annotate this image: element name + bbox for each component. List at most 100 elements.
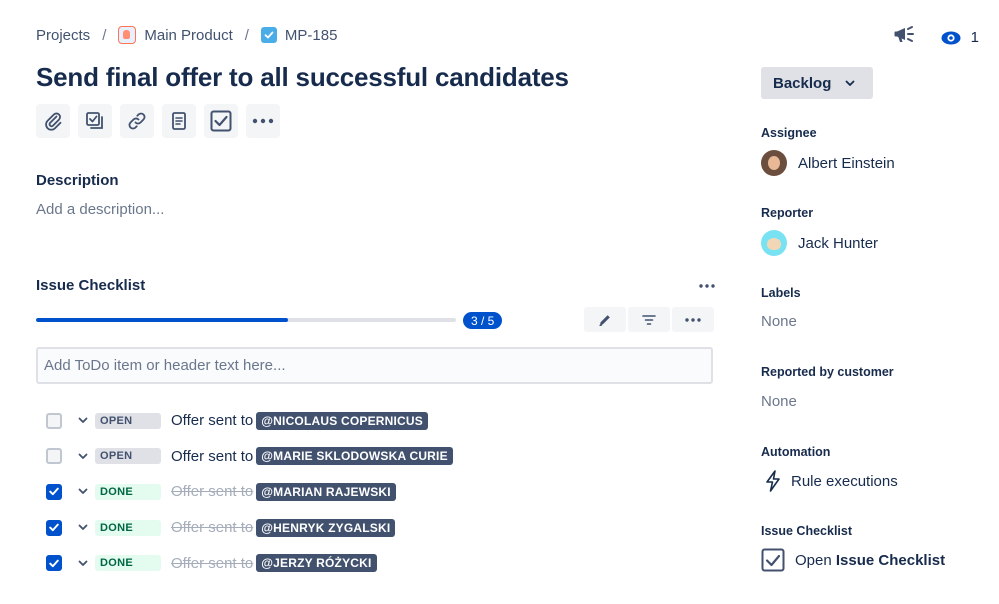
checklist-actions [584,307,714,332]
reported-by-customer-label: Reported by customer [761,365,894,379]
checklist-item-checkbox[interactable] [46,483,62,500]
watchers-count: 1 [970,29,979,46]
labels-label: Labels [761,286,801,300]
open-label: Open [795,551,832,569]
checklist-heading: Issue Checklist [36,277,146,294]
link-issue-button[interactable] [120,104,154,138]
description-heading: Description [36,172,119,189]
breadcrumb-separator: / [244,26,249,44]
paperclip-icon [45,112,62,131]
checklist-add-item-input[interactable] [36,347,713,384]
checklist-item-status[interactable]: DONE [95,519,161,536]
assignee-label: Assignee [761,126,817,140]
reporter-field[interactable]: Jack Hunter [761,230,878,256]
filter-icon [642,314,656,325]
checklist-item-checkbox[interactable] [46,555,62,572]
status-dropdown-button[interactable]: Backlog [761,67,873,99]
checklist-menu-button[interactable] [696,278,718,294]
checklist-item-mention[interactable]: @HENRYK ZYGALSKI [256,518,396,537]
checklist-item-mention[interactable]: @NICOLAUS COPERNICUS [256,411,428,430]
checklist-item-mention[interactable]: @MARIE SKLODOWSKA CURIE [256,447,453,466]
checklist-item-text[interactable]: Offer sent to [171,519,253,536]
breadcrumb-issue-key-link[interactable]: MP-185 [285,27,338,44]
breadcrumb-projects-link[interactable]: Projects [36,27,90,44]
watchers-button[interactable]: 1 [941,29,979,46]
checklist-item-status[interactable]: OPEN [95,412,161,429]
issue-checklist-link-label: Issue Checklist [835,551,946,569]
status-label: Backlog [773,74,832,92]
breadcrumb: Projects / Main Product / MP-185 [36,24,337,46]
pencil-icon [599,314,610,326]
add-checklist-button[interactable] [204,104,238,138]
checklist-progress-badge: 3 / 5 [463,312,503,329]
checklist-item-status[interactable]: DONE [95,555,161,572]
reported-by-customer-field[interactable]: None [761,393,797,410]
assignee-name: Albert Einstein [798,154,895,172]
checklist-item-checkbox[interactable] [46,519,62,536]
check-icon [49,523,59,532]
more-icon [685,317,701,322]
more-icon [699,284,715,288]
checklist-item-mention[interactable]: @MARIAN RAJEWSKI [256,482,396,501]
checklist-item: DONE Offer sent to @JERZY RÓŻYCKI [46,545,453,581]
megaphone-icon[interactable] [893,24,917,51]
more-icon [252,118,274,124]
project-avatar-icon [118,26,137,44]
issue-checklist-sidebar-label: Issue Checklist [761,524,853,538]
chevron-down-icon [845,80,855,87]
checklist-edit-button[interactable] [584,307,626,332]
reporter-label: Reporter [761,206,814,220]
link-icon [128,112,146,130]
checklist-item: OPEN Offer sent to @MARIE SKLODOWSKA CURIE [46,439,453,475]
add-child-issue-button[interactable] [78,104,112,138]
checklist-item: DONE Offer sent to @HENRYK ZYGALSKI [46,510,453,546]
document-icon [172,112,186,130]
checklist-item-checkbox[interactable] [46,412,62,429]
task-type-icon [260,27,277,43]
checklist-icon [210,110,232,132]
chevron-down-icon[interactable] [76,556,90,570]
checklist-items: OPEN Offer sent to @NICOLAUS COPERNICUS OPE… [46,403,453,581]
chevron-down-icon[interactable] [76,521,90,535]
child-issue-icon [86,112,103,129]
open-issue-checklist-link[interactable]: Open Issue Checklist [761,548,945,572]
breadcrumb-project-link[interactable]: Main Product [144,27,232,44]
eye-icon [941,31,961,44]
checklist-item-status[interactable]: OPEN [95,448,161,465]
checklist-item: DONE Offer sent to @MARIAN RAJEWSKI [46,474,453,510]
checklist-item-text[interactable]: Offer sent to [171,555,253,572]
checklist-progress-bar [36,318,456,322]
chevron-down-icon[interactable] [76,449,90,463]
checklist-filter-button[interactable] [628,307,670,332]
breadcrumb-separator: / [102,26,107,44]
chevron-down-icon[interactable] [76,414,90,428]
checklist-item: OPEN Offer sent to @NICOLAUS COPERNICUS [46,403,453,439]
checklist-icon [761,548,785,572]
avatar [761,150,787,176]
checklist-item-status[interactable]: DONE [95,483,161,500]
chevron-down-icon[interactable] [76,485,90,499]
checklist-progress-fill [36,318,288,322]
checklist-more-button[interactable] [672,307,714,332]
rule-executions-link[interactable]: Rule executions [761,470,898,492]
reporter-name: Jack Hunter [798,234,879,252]
checklist-item-text[interactable]: Offer sent to [171,448,253,465]
checklist-item-mention[interactable]: @JERZY RÓŻYCKI [256,554,377,573]
description-editor[interactable]: Add a description... [36,201,164,218]
issue-title[interactable]: Send final offer to all successful candi… [36,62,569,93]
more-actions-button[interactable] [246,104,280,138]
header-actions: 1 [893,24,979,51]
add-page-button[interactable] [162,104,196,138]
assignee-field[interactable]: Albert Einstein [761,150,895,176]
labels-field[interactable]: None [761,313,797,330]
checklist-item-text[interactable]: Offer sent to [171,483,253,500]
issue-toolbar [36,104,280,138]
rule-executions-label: Rule executions [791,472,898,490]
automation-label: Automation [761,445,831,459]
checklist-item-text[interactable]: Offer sent to [171,412,253,429]
checklist-item-checkbox[interactable] [46,448,62,465]
lightning-icon [765,470,791,492]
attach-button[interactable] [36,104,70,138]
check-icon [49,559,59,567]
avatar [761,230,787,256]
